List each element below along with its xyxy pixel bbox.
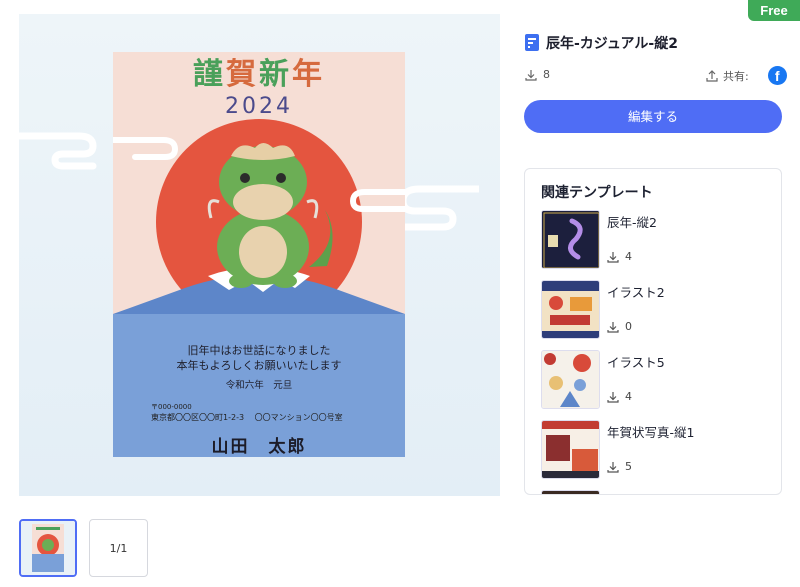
card-title-char: 年 — [292, 57, 325, 92]
template-preview: 謹賀新年 2024 旧年中はお世話になりました 本年もよろしくお願いいたします … — [19, 14, 500, 496]
download-icon — [607, 321, 619, 333]
page-thumbnail[interactable] — [19, 519, 77, 577]
related-template-thumbnail[interactable] — [541, 490, 600, 494]
download-icon — [607, 391, 619, 403]
related-template-download-count: 4 — [625, 390, 632, 403]
download-count-value: 8 — [543, 68, 550, 81]
related-templates-panel: 関連テンプレート 辰年-縦2 4 イラスト2 0 イラスト5 4 年賀状写真-縦… — [524, 168, 782, 495]
share-label: 共有: — [723, 69, 749, 83]
related-template-downloads: 0 — [607, 320, 632, 333]
date-line: 令和六年 元旦 — [225, 380, 293, 391]
related-template-download-count: 0 — [625, 320, 632, 333]
related-template-download-count: 4 — [625, 250, 632, 263]
related-template-item[interactable]: イラスト5 4 — [541, 350, 771, 410]
related-template-thumbnail[interactable] — [541, 350, 600, 409]
template-title: 辰年-カジュアル-縦2 — [546, 36, 678, 52]
edit-button[interactable]: 編集する — [524, 100, 782, 133]
greeting-line-1: 旧年中はお世話になりました — [187, 344, 331, 357]
related-template-thumbnail[interactable] — [541, 280, 600, 339]
cloud-decoration-left — [19, 132, 97, 170]
related-template-downloads: 5 — [607, 460, 632, 473]
related-template-item[interactable] — [541, 490, 771, 494]
related-template-name[interactable]: イラスト2 — [607, 282, 665, 301]
share-row: 共有: f — [706, 66, 787, 85]
card-title-char: 謹 — [193, 57, 226, 92]
page-count[interactable]: 1/1 — [89, 519, 148, 577]
card-title: 謹賀新年 — [113, 58, 405, 92]
download-count: 8 — [525, 68, 550, 81]
related-template-name[interactable]: イラスト5 — [607, 352, 665, 371]
new-year-card[interactable]: 謹賀新年 2024 旧年中はお世話になりました 本年もよろしくお願いいたします … — [113, 52, 405, 457]
facebook-icon[interactable]: f — [767, 66, 787, 85]
free-badge: Free — [748, 0, 800, 21]
download-icon — [607, 461, 619, 473]
sender-name: 山田 太郎 — [211, 437, 307, 457]
greeting-line-2: 本年もよろしくお願いいたします — [176, 359, 342, 372]
related-templates-heading: 関連テンプレート — [541, 185, 653, 201]
card-year: 2024 — [225, 94, 293, 119]
document-icon — [525, 34, 539, 51]
related-template-thumbnail[interactable] — [541, 420, 600, 479]
download-icon — [607, 251, 619, 263]
related-template-item[interactable]: 年賀状写真-縦1 5 — [541, 420, 771, 480]
card-title-char: 新 — [259, 57, 292, 92]
share-icon — [706, 69, 718, 82]
related-template-name[interactable]: 年賀状写真-縦1 — [607, 422, 694, 441]
card-title-char: 賀 — [226, 57, 259, 92]
postal-code: 〒000-0000 — [151, 403, 192, 411]
related-template-downloads: 4 — [607, 250, 632, 263]
related-template-item[interactable]: 辰年-縦2 4 — [541, 210, 771, 270]
related-template-downloads: 4 — [607, 390, 632, 403]
related-template-thumbnail[interactable] — [541, 210, 600, 269]
address: 東京都〇〇区〇〇町1-2-3 〇〇マンション〇〇号室 — [151, 413, 343, 422]
related-template-item[interactable]: イラスト2 0 — [541, 280, 771, 340]
download-icon — [525, 69, 537, 81]
related-template-download-count: 5 — [625, 460, 632, 473]
related-template-name[interactable]: 辰年-縦2 — [607, 212, 657, 231]
